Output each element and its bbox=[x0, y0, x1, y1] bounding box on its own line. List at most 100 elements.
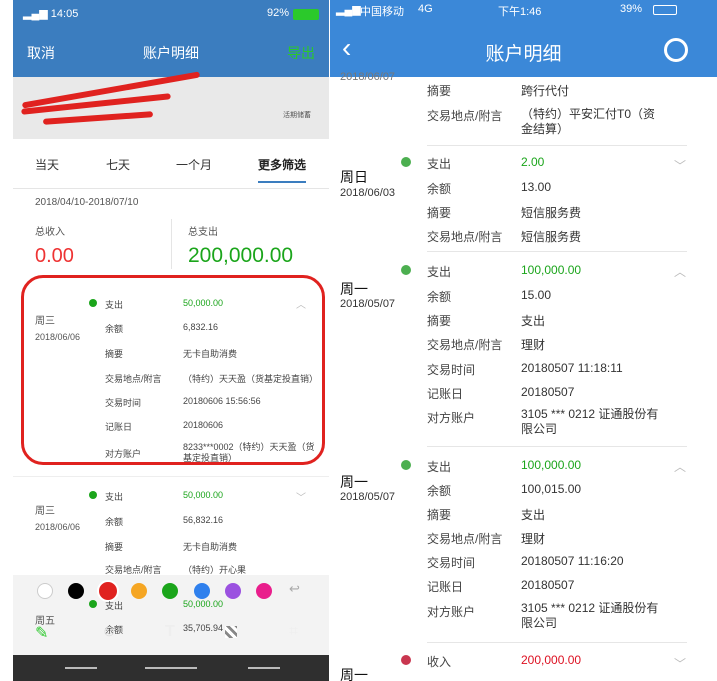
record-day: 周一 bbox=[340, 667, 368, 681]
field-label: 记账日 bbox=[427, 580, 464, 594]
left-nav: 取消 账户明细 导出 bbox=[13, 32, 329, 72]
draw-toolbar: ✎ ☺ T ⌗ bbox=[13, 615, 329, 655]
chevron-down-icon[interactable]: ﹀ bbox=[296, 489, 306, 504]
tab-more-filters[interactable]: 更多筛选 bbox=[258, 156, 306, 173]
record-day: 周一 bbox=[340, 474, 368, 490]
field-label: 交易地点/附言 bbox=[427, 532, 503, 546]
divider bbox=[427, 251, 687, 252]
record-amount: 2.00 bbox=[521, 155, 545, 169]
income-label: 总收入 bbox=[35, 227, 65, 238]
record-day: 周一 bbox=[340, 281, 368, 297]
chevron-up-icon[interactable]: ︿ bbox=[674, 458, 686, 475]
crop-icon[interactable]: ⌗ bbox=[289, 623, 298, 641]
record-item[interactable]: 周日 2018/06/03 支出 2.00 ﹀ 余额 13.00 摘要 短信服务… bbox=[330, 145, 717, 251]
redaction-scribble bbox=[42, 111, 154, 125]
record-type: 支出 bbox=[105, 601, 124, 611]
signal-icon: ▂▄▆ bbox=[336, 4, 361, 16]
battery-text: 92% bbox=[266, 7, 289, 19]
record-amount: 100,000.00 bbox=[521, 458, 582, 472]
chevron-down-icon[interactable]: ﹀ bbox=[674, 157, 686, 174]
date-range: 2018/04/10-2018/07/10 bbox=[35, 197, 139, 208]
left-status-bar: ▂▄▆ 14:05 92% bbox=[23, 7, 319, 25]
filter-tabs: 当天 七天 一个月 更多筛选 bbox=[13, 139, 329, 189]
summary: 2018/04/10-2018/07/10 总收入 0.00 总支出 200,0… bbox=[13, 189, 329, 275]
tab-month[interactable]: 一个月 bbox=[176, 156, 212, 173]
field-label: 对方账户 bbox=[427, 411, 476, 425]
status-dot bbox=[401, 460, 411, 470]
nav-handle bbox=[145, 667, 197, 669]
record-type: 收入 bbox=[427, 655, 452, 669]
carrier: 中国移动 bbox=[360, 6, 404, 18]
field-value: 理财 bbox=[521, 532, 546, 546]
pen-icon[interactable]: ✎ bbox=[35, 623, 48, 643]
record-amount: 100,000.00 bbox=[521, 263, 582, 277]
field-value: 短信服务费 bbox=[521, 206, 582, 220]
field-value: 无卡自助消费 bbox=[183, 542, 238, 552]
field-label: 交易时间 bbox=[427, 363, 476, 377]
battery-text: 39% bbox=[620, 3, 643, 15]
network: 4G bbox=[418, 3, 433, 15]
field-value: 15.00 bbox=[521, 288, 552, 302]
divider bbox=[171, 219, 172, 269]
record-date: 2018/06/03 bbox=[340, 187, 396, 199]
record-date: 2018/06/07 bbox=[340, 71, 396, 83]
right-status-bar: ▂▄▆ 中国移动 4G 下午1:46 39% bbox=[330, 0, 717, 20]
record-day: 周日 bbox=[340, 169, 368, 185]
field-value: 20180507 bbox=[521, 385, 575, 399]
field-value: 20180507 bbox=[521, 578, 575, 592]
expense-label: 总支出 bbox=[188, 227, 218, 238]
field-value: 20180507 11:16:20 bbox=[521, 554, 624, 568]
field-value: 20180507 11:18:11 bbox=[521, 361, 623, 375]
account-type: 活期储蓄 bbox=[283, 112, 311, 119]
chevron-down-icon[interactable]: ﹀ bbox=[674, 655, 686, 672]
chevron-up-icon[interactable]: ︿ bbox=[674, 263, 686, 280]
divider bbox=[427, 446, 687, 447]
record-item[interactable]: 周一 收入 200,000.00 ﹀ bbox=[330, 643, 717, 681]
record-amount: 200,000.00 bbox=[521, 653, 582, 667]
field-label: 余额 bbox=[105, 517, 124, 527]
expense-value: 200,000.00 bbox=[188, 244, 294, 267]
status-dot bbox=[401, 157, 411, 167]
field-label: 摘要 bbox=[427, 84, 452, 98]
record-type: 支出 bbox=[105, 492, 124, 502]
record-list: 2018/06/07 摘要 跨行代付 交易地点/附言 （特约）平安汇付T0（资金… bbox=[330, 71, 717, 681]
field-value: 56,832.16 bbox=[183, 515, 224, 525]
status-dot bbox=[401, 265, 411, 275]
page-title: 账户明细 bbox=[143, 45, 199, 61]
status-dot bbox=[89, 600, 97, 608]
signal-icon: ▂▄▆ bbox=[23, 8, 48, 20]
page-title: 账户明细 bbox=[485, 44, 562, 65]
mosaic-icon[interactable] bbox=[225, 626, 237, 638]
field-label: 记账日 bbox=[427, 387, 464, 401]
field-label: 对方账户 bbox=[427, 605, 476, 619]
account-card: 活期储蓄 bbox=[13, 71, 329, 139]
field-value: 支出 bbox=[521, 508, 546, 522]
record-item[interactable]: 周一 2018/05/07 支出 100,000.00 ︿ 余额 15.00 摘… bbox=[330, 253, 717, 445]
field-value: 理财 bbox=[521, 338, 546, 352]
field-label: 摘要 bbox=[105, 542, 124, 552]
income-value: 0.00 bbox=[35, 245, 74, 267]
field-value: （特约）平安汇付T0（资金结算） bbox=[521, 107, 656, 136]
field-label: 交易地点/附言 bbox=[427, 109, 503, 123]
record-day: 周三 bbox=[35, 506, 55, 517]
tab-today[interactable]: 当天 bbox=[35, 156, 59, 173]
tab-week[interactable]: 七天 bbox=[106, 156, 130, 173]
text-tool-icon[interactable]: T bbox=[165, 623, 175, 641]
field-label: 交易地点/附言 bbox=[427, 230, 503, 244]
field-label: 余额 bbox=[427, 290, 452, 304]
record-item[interactable]: 周一 2018/05/07 支出 100,000.00 ︿ 余额 100,015… bbox=[330, 448, 717, 640]
field-value: 3105 *** 0212 证通股份有限公司 bbox=[521, 601, 659, 630]
status-dot bbox=[401, 655, 411, 665]
field-label: 摘要 bbox=[427, 206, 452, 220]
right-phone: ▂▄▆ 中国移动 4G 下午1:46 39% ‹ 账户明细 2018/06/07… bbox=[330, 0, 717, 681]
status-time: 下午1:46 bbox=[498, 6, 542, 18]
field-value: 支出 bbox=[521, 314, 546, 328]
emoji-icon[interactable]: ☺ bbox=[101, 623, 117, 641]
record-item[interactable]: 周三 2018/06/06 支出 50,000.00 ﹀ 余额 56,832.1… bbox=[13, 476, 329, 575]
left-phone: ▂▄▆ 14:05 92% 取消 账户明细 导出 活期储蓄 当天 七天 一个月 … bbox=[13, 0, 329, 681]
export-button[interactable]: 导出 bbox=[287, 43, 315, 63]
record-date: 2018/05/07 bbox=[340, 491, 396, 503]
logo-icon[interactable] bbox=[664, 38, 688, 62]
record-amount: 50,000.00 bbox=[183, 599, 224, 609]
status-time: 14:05 bbox=[50, 8, 79, 20]
